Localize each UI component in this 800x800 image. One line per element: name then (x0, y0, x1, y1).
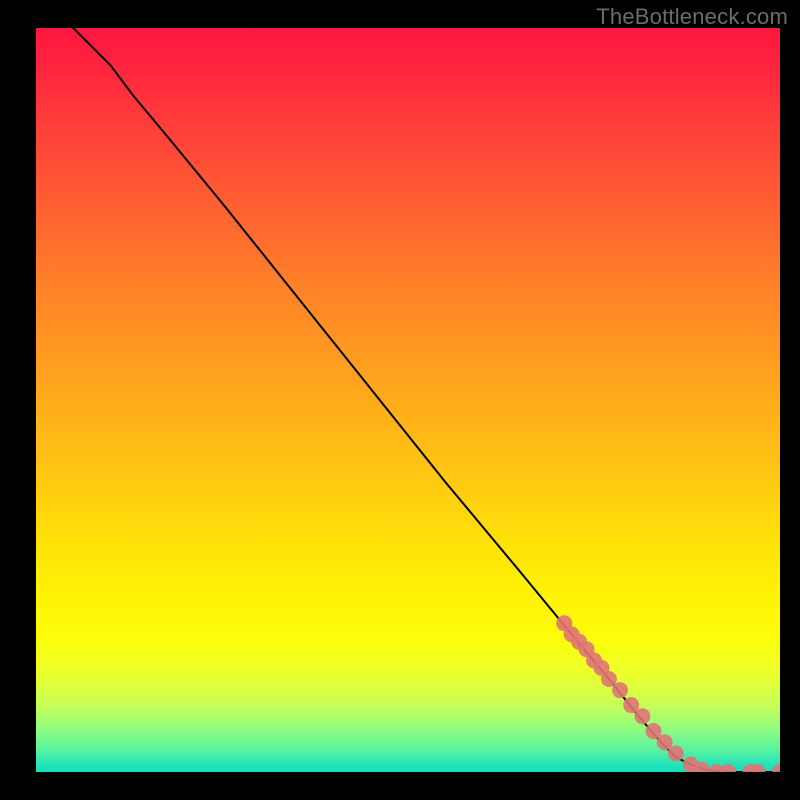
curve-layer (36, 28, 780, 772)
scatter-point (720, 764, 736, 772)
chart-container: TheBottleneck.com (0, 0, 800, 800)
chart-svg (36, 28, 780, 772)
scatter-point (668, 745, 684, 761)
scatter-point (612, 682, 628, 698)
scatter-point (634, 708, 650, 724)
scatter-marker-group (556, 615, 780, 772)
scatter-point (772, 764, 780, 772)
main-curve-path (73, 28, 780, 772)
plot-region (36, 28, 780, 772)
watermark-text: TheBottleneck.com (596, 4, 788, 30)
